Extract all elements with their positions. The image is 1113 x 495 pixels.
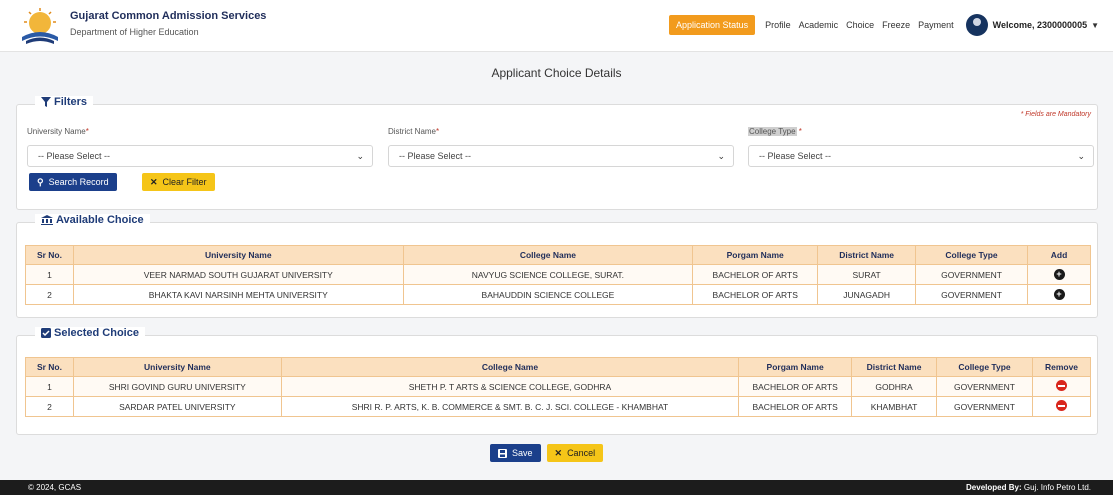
col-add: Add [1027, 245, 1091, 265]
nav-payment[interactable]: Payment [918, 20, 954, 30]
table-row: 2 SARDAR PATEL UNIVERSITY SHRI R. P. ART… [25, 396, 1092, 417]
footer-developer: Developed By: Guj. Info Petro Ltd. [966, 483, 1091, 492]
chevron-down-icon: ⌄ [356, 151, 364, 161]
close-icon: ✕ [150, 176, 158, 187]
selected-legend-label: Selected Choice [54, 327, 139, 339]
remove-circle-icon[interactable] [1055, 400, 1067, 411]
table-header-row: Sr No. University Name College Name Porg… [25, 245, 1091, 265]
brand: Gujarat Common Admission Services Depart… [70, 10, 266, 37]
search-record-button[interactable]: ⚲ Search Record [29, 173, 117, 191]
col-college-type: College Type [936, 357, 1033, 377]
clear-filter-button[interactable]: ✕ Clear Filter [142, 173, 215, 191]
col-college: College Name [280, 357, 740, 377]
col-program: Porgam Name [738, 357, 853, 377]
col-program: Porgam Name [692, 245, 819, 265]
chevron-down-icon: ⌄ [717, 151, 725, 161]
save-icon [498, 448, 507, 458]
table-header-row: Sr No. University Name College Name Porg… [25, 357, 1092, 377]
university-select[interactable]: -- Please Select -- ⌄ [27, 145, 373, 167]
table-row: 2 BHAKTA KAVI NARSINH MEHTA UNIVERSITY B… [25, 284, 1091, 305]
mandatory-note: * Fields are Mandatory [1020, 111, 1091, 118]
welcome-user[interactable]: Welcome, 2300000005 [993, 20, 1087, 30]
university-label: University Name* [27, 127, 89, 136]
table-row: 1 VEER NARMAD SOUTH GUJARAT UNIVERSITY N… [25, 264, 1091, 285]
college-type-filter: College Type * -- Please Select -- ⌄ [748, 127, 1094, 167]
page-title: Applicant Choice Details [491, 66, 622, 80]
col-university: University Name [72, 245, 404, 265]
search-icon: ⚲ [37, 176, 44, 187]
caret-down-icon[interactable]: ▼ [1091, 21, 1099, 30]
org-name: Gujarat Common Admission Services [70, 10, 267, 22]
university-filter: University Name* -- Please Select -- ⌄ [27, 127, 373, 167]
district-select[interactable]: -- Please Select -- ⌄ [388, 145, 734, 167]
nav-profile[interactable]: Profile [765, 20, 791, 30]
district-filter: District Name* -- Please Select -- ⌄ [388, 127, 734, 167]
dept-name: Department of Higher Education [70, 27, 199, 37]
col-sr-no: Sr No. [25, 357, 74, 377]
filter-icon [41, 97, 51, 107]
cancel-button[interactable]: ✕ Cancel [546, 444, 604, 462]
filters-legend: Filters [35, 96, 94, 108]
selected-choice-panel: Selected Choice Sr No. University Name C… [16, 327, 1098, 435]
top-nav: Application Status Profile Academic Choi… [669, 14, 1099, 36]
top-header: Gujarat Common Admission Services Depart… [0, 0, 1113, 52]
university-select-value: -- Please Select -- [38, 151, 111, 161]
table-row: 1 SHRI GOVIND GURU UNIVERSITY SHETH P. T… [25, 376, 1092, 397]
college-type-select-value: -- Please Select -- [759, 151, 832, 161]
col-college: College Name [402, 245, 694, 265]
district-select-value: -- Please Select -- [399, 151, 472, 161]
form-actions: Save ✕ Cancel [490, 444, 604, 462]
gcas-logo [22, 8, 58, 44]
close-icon: ✕ [554, 447, 563, 458]
col-remove: Remove [1031, 357, 1092, 377]
save-button[interactable]: Save [490, 444, 541, 462]
institution-icon [41, 215, 53, 225]
nav-application-status[interactable]: Application Status [669, 15, 756, 35]
nav-academic[interactable]: Academic [799, 20, 839, 30]
nav-choice[interactable]: Choice [846, 20, 874, 30]
user-avatar-icon[interactable] [965, 14, 988, 36]
col-district: District Name [851, 357, 938, 377]
col-university: University Name [72, 357, 282, 377]
filters-legend-label: Filters [54, 96, 88, 108]
filters-panel: Filters * Fields are Mandatory Universit… [16, 96, 1098, 210]
available-choice-table: Sr No. University Name College Name Porg… [25, 245, 1091, 305]
checkbox-checked-icon [41, 328, 51, 338]
add-circle-icon[interactable]: + [1053, 269, 1065, 280]
add-circle-icon[interactable]: + [1053, 289, 1065, 300]
footer-copyright: © 2024, GCAS [28, 483, 82, 492]
remove-circle-icon[interactable] [1055, 380, 1067, 391]
available-legend-label: Available Choice [56, 214, 144, 226]
available-choice-panel: Available Choice Sr No. University Name … [16, 214, 1098, 318]
col-district: District Name [817, 245, 917, 265]
nav-freeze[interactable]: Freeze [882, 20, 910, 30]
col-college-type: College Type [915, 245, 1028, 265]
district-label: District Name* [388, 127, 440, 136]
footer: © 2024, GCAS Developed By: Guj. Info Pet… [0, 480, 1113, 495]
selected-choice-table: Sr No. University Name College Name Porg… [25, 357, 1092, 417]
selected-legend: Selected Choice [35, 327, 145, 339]
col-sr-no: Sr No. [25, 245, 74, 265]
college-type-label: College Type * [748, 127, 802, 136]
college-type-select[interactable]: -- Please Select -- ⌄ [748, 145, 1094, 167]
chevron-down-icon: ⌄ [1077, 151, 1085, 161]
available-legend: Available Choice [35, 214, 150, 226]
